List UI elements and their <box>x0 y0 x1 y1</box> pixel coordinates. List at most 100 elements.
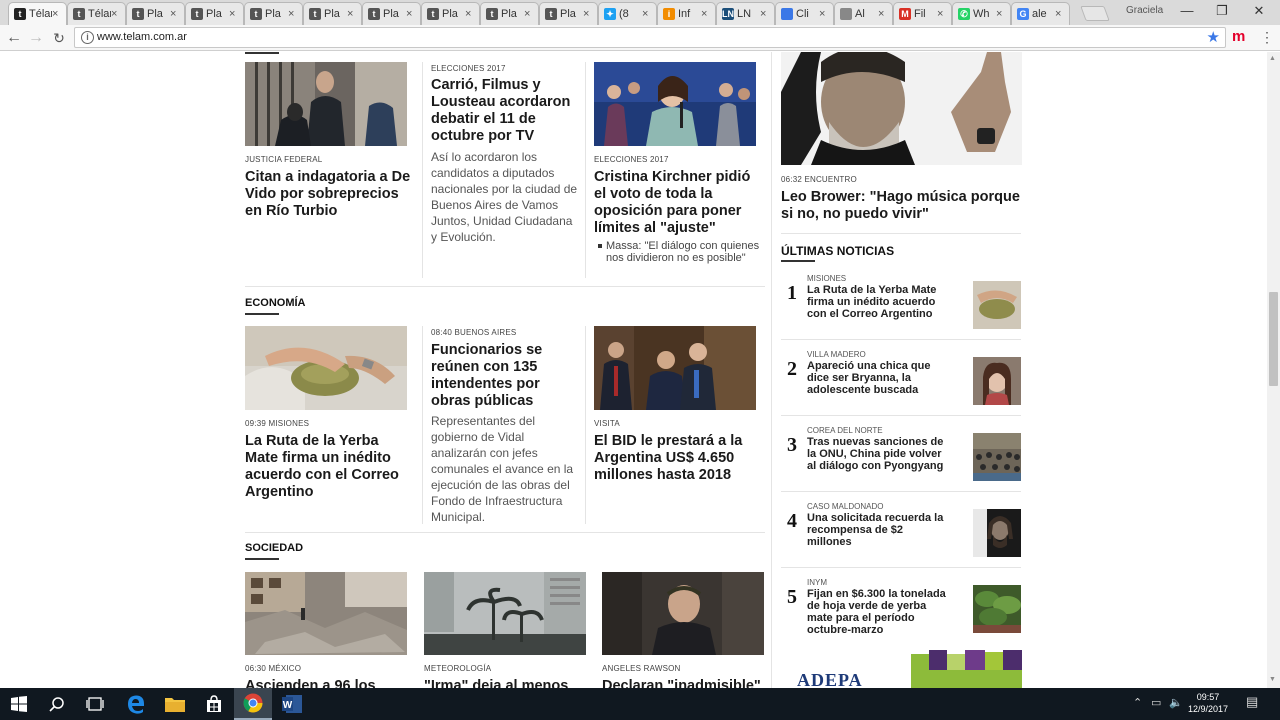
latest-news-thumbnail[interactable] <box>973 357 1021 405</box>
latest-news-thumbnail[interactable] <box>973 509 1021 557</box>
close-tab-icon[interactable]: × <box>170 8 180 20</box>
story-headline-bid[interactable]: El BID le prestará a la Argentina US$ 4.… <box>594 433 754 484</box>
browser-tab[interactable]: ✦ (8 × <box>598 2 657 25</box>
story-headline-yerba[interactable]: La Ruta de la Yerba Mate firma un inédit… <box>245 433 410 501</box>
latest-news-headline[interactable]: La Ruta de la Yerba Mate firma un inédit… <box>807 284 949 320</box>
close-tab-icon[interactable]: × <box>52 8 62 20</box>
story-image-cristina[interactable] <box>594 62 756 146</box>
latest-news-headline[interactable]: Fijan en $6.300 la tonelada de hoja verd… <box>807 588 949 636</box>
browser-tab[interactable]: tTélam× <box>8 2 67 25</box>
reload-icon[interactable]: ↻ <box>49 28 69 48</box>
maximize-button[interactable]: ❐ <box>1205 0 1239 22</box>
close-tab-icon[interactable]: × <box>996 8 1006 20</box>
start-button[interactable] <box>0 688 38 720</box>
latest-news-headline[interactable]: Tras nuevas sanciones de la ONU, China p… <box>807 436 949 472</box>
chrome-icon[interactable] <box>234 688 272 720</box>
section-title-economia[interactable]: ECONOMÍA <box>245 297 306 315</box>
browser-tab[interactable]: ✆ Wh × <box>952 2 1011 25</box>
bookmark-star-icon[interactable]: ★ <box>1207 28 1220 46</box>
close-tab-icon[interactable]: × <box>760 8 770 20</box>
close-tab-icon[interactable]: × <box>819 8 829 20</box>
story-image-irma[interactable] <box>424 572 586 655</box>
scroll-up-icon[interactable]: ▲ <box>1269 55 1276 62</box>
close-tab-icon[interactable]: × <box>1055 8 1065 20</box>
extension-m-icon[interactable]: m <box>1232 28 1245 45</box>
browser-tab[interactable]: t Pla × <box>244 2 303 25</box>
story-image-mexico[interactable] <box>245 572 407 655</box>
close-tab-icon[interactable]: × <box>347 8 357 20</box>
close-tab-icon[interactable]: × <box>878 8 888 20</box>
browser-tab[interactable]: t Pla × <box>362 2 421 25</box>
browser-tab[interactable]: t Pla × <box>480 2 539 25</box>
close-tab-icon[interactable]: × <box>406 8 416 20</box>
forward-icon[interactable]: → <box>26 28 46 48</box>
profile-button[interactable]: Graciela <box>1126 5 1163 16</box>
browser-tab[interactable]: t Pla × <box>126 2 185 25</box>
task-view-icon[interactable] <box>76 688 114 720</box>
file-explorer-icon[interactable] <box>156 688 194 720</box>
new-tab-button[interactable] <box>1080 6 1110 21</box>
page-scrollbar[interactable]: ▲ ▼ <box>1267 52 1280 688</box>
browser-tab[interactable]: Gale × <box>1011 2 1070 25</box>
ad-banner[interactable]: ADEPA <box>781 650 1022 688</box>
volume-icon[interactable]: 🔈 <box>1169 696 1183 709</box>
close-tab-icon[interactable]: × <box>288 8 298 20</box>
browser-tab[interactable]: M Fil × <box>893 2 952 25</box>
story-headline-devido[interactable]: Citan a indagatoria a De Vido por sobrep… <box>245 169 415 220</box>
story-image-rawson[interactable] <box>602 572 764 655</box>
related-link[interactable]: Massa: "El diálogo con quienes nos divid… <box>598 240 760 264</box>
close-tab-icon[interactable]: × <box>229 8 239 20</box>
search-icon[interactable] <box>38 688 76 720</box>
word-icon[interactable]: W <box>273 688 311 720</box>
address-bar[interactable]: i www.telam.com.ar ★ <box>74 27 1226 48</box>
story-headline-irma[interactable]: "Irma" deja al menos <box>424 678 589 688</box>
browser-tab[interactable]: t Pla × <box>185 2 244 25</box>
story-headline-debate[interactable]: Carrió, Filmus y Lousteau acordaron deba… <box>431 77 577 145</box>
close-tab-icon[interactable]: × <box>642 8 652 20</box>
close-tab-icon[interactable]: × <box>701 8 711 20</box>
url-text[interactable]: www.telam.com.ar <box>97 31 187 43</box>
browser-tab[interactable]: Al × <box>834 2 893 25</box>
latest-news-headline[interactable]: Apareció una chica que dice ser Bryanna,… <box>807 360 949 396</box>
close-tab-icon[interactable]: × <box>583 8 593 20</box>
browser-tab[interactable]: t Pla × <box>421 2 480 25</box>
browser-tab[interactable]: i Inf × <box>657 2 716 25</box>
story-headline-rawson[interactable]: Declaran "inadmisible" <box>602 678 767 688</box>
story-headline-cristina[interactable]: Cristina Kirchner pidió el voto de toda … <box>594 169 754 237</box>
info-icon[interactable]: i <box>81 31 94 44</box>
close-tab-icon[interactable]: × <box>465 8 475 20</box>
scrollbar-thumb[interactable] <box>1269 292 1278 386</box>
latest-news-thumbnail[interactable] <box>973 433 1021 481</box>
close-tab-icon[interactable]: × <box>524 8 534 20</box>
tab-title: Pla <box>383 8 399 20</box>
section-title-sociedad[interactable]: SOCIEDAD <box>245 542 303 560</box>
show-hidden-icons-icon[interactable]: ⌃ <box>1133 696 1142 709</box>
back-icon[interactable]: ← <box>4 28 24 48</box>
latest-news-thumbnail[interactable] <box>973 585 1021 633</box>
story-image-devido[interactable] <box>245 62 407 146</box>
system-clock[interactable]: 09:57 12/9/2017 <box>1182 691 1234 715</box>
browser-tab[interactable]: tTélam× <box>67 2 126 25</box>
edge-icon[interactable] <box>117 688 155 720</box>
store-icon[interactable] <box>195 688 233 720</box>
story-image-bid[interactable] <box>594 326 756 410</box>
story-headline-funcionarios[interactable]: Funcionarios se reúnen con 135 intendent… <box>431 342 577 410</box>
feature-headline[interactable]: Leo Brower: "Hago música porque si no, n… <box>781 189 1025 223</box>
latest-news-thumbnail[interactable] <box>973 281 1021 329</box>
scroll-down-icon[interactable]: ▼ <box>1269 676 1276 683</box>
browser-tab[interactable]: t Pla × <box>303 2 362 25</box>
story-image-yerba[interactable] <box>245 326 407 410</box>
browser-tab[interactable]: t Pla × <box>539 2 598 25</box>
close-tab-icon[interactable]: × <box>111 8 121 20</box>
minimize-button[interactable]: — <box>1170 0 1204 22</box>
close-window-button[interactable]: ✕ <box>1242 0 1276 22</box>
story-headline-mexico[interactable]: Ascienden a 96 los <box>245 678 410 688</box>
close-tab-icon[interactable]: × <box>937 8 947 20</box>
latest-news-headline[interactable]: Una solicitada recuerda la recompensa de… <box>807 512 949 548</box>
feature-image-brower[interactable] <box>781 52 1022 165</box>
menu-icon[interactable]: ⋮ <box>1260 29 1274 46</box>
browser-tab[interactable]: LN LN × <box>716 2 775 25</box>
notifications-icon[interactable]: ▤ <box>1246 694 1258 710</box>
network-icon[interactable]: ▭ <box>1151 696 1161 709</box>
browser-tab[interactable]: Cli × <box>775 2 834 25</box>
